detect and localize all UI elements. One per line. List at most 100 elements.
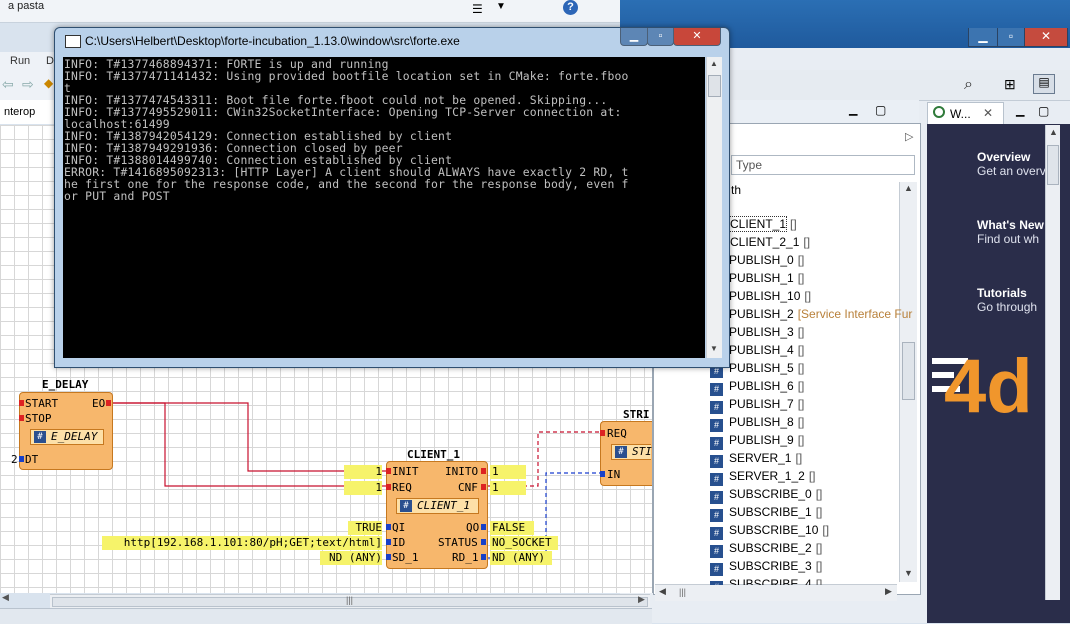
e-delay-dt[interactable]: DT xyxy=(25,453,38,466)
client-type: # CLIENT_1 xyxy=(396,498,479,514)
type-list-item[interactable]: # PUBLISH_8[] xyxy=(710,415,804,432)
scroll-down-arrow-icon[interactable]: ▼ xyxy=(710,344,718,353)
welcome-scroll-thumb[interactable] xyxy=(1047,145,1059,185)
open-perspective-icon[interactable]: ⊞ xyxy=(1004,76,1016,93)
type-list-item[interactable]: # SUBSCRIBE_3[] xyxy=(710,559,822,576)
client-init-value[interactable]: 1 xyxy=(344,465,382,479)
type-list-item[interactable]: # SUBSCRIBE_2[] xyxy=(710,541,822,558)
welcome-whatsnew-title[interactable]: What's New xyxy=(977,218,1044,232)
type-list-vertical-scrollbar[interactable]: ▲ ▼ xyxy=(899,182,917,582)
client-qi-value[interactable]: TRUE xyxy=(348,521,382,535)
client-cnf-value[interactable]: 1 xyxy=(490,481,526,495)
scroll-left-arrow-icon[interactable]: ◀ xyxy=(659,586,666,597)
type-list-item[interactable]: # SUBSCRIBE_4[] xyxy=(710,577,822,585)
client-inito-value[interactable]: 1 xyxy=(490,465,526,479)
e-delay-eo[interactable]: EO xyxy=(92,397,105,410)
search-icon[interactable]: ⌕ xyxy=(964,76,973,94)
fb-type-icon: # xyxy=(400,500,412,512)
scroll-up-arrow-icon[interactable]: ▲ xyxy=(1049,127,1058,137)
client-status-value[interactable]: NO_SOCKET xyxy=(490,536,558,550)
e-delay-start[interactable]: START xyxy=(25,397,58,410)
scroll-right-arrow-icon[interactable]: ▶ xyxy=(885,586,892,597)
eclipse-minimize-button[interactable]: ▁ xyxy=(968,28,998,47)
type-list-item[interactable]: #PUBLISH_2[Service Interface Fur xyxy=(710,307,912,324)
type-item-name: SUBSCRIBE_4 xyxy=(729,577,812,585)
scroll-right-arrow-icon[interactable]: ▶ xyxy=(638,594,645,605)
client-sd1-marker xyxy=(386,554,391,560)
type-item-extra: [] xyxy=(795,451,803,465)
welcome-overview-title[interactable]: Overview xyxy=(977,150,1030,164)
client-id[interactable]: ID xyxy=(392,536,405,549)
client-rd1-value[interactable]: ND (ANY) xyxy=(490,551,552,565)
e-delay-stop-marker xyxy=(19,415,24,421)
type-list-item[interactable]: # SUBSCRIBE_10[] xyxy=(710,523,829,540)
scroll-down-arrow-icon[interactable]: ▼ xyxy=(904,568,913,578)
client-qo-value[interactable]: FALSE xyxy=(490,521,534,535)
type-list-item[interactable]: # PUBLISH_9[] xyxy=(710,433,804,450)
eclipse-maximize-button[interactable]: ▫ xyxy=(997,28,1025,47)
type-list-item[interactable]: CLIENT_2_1[] xyxy=(730,235,810,249)
e-delay-stop[interactable]: STOP xyxy=(25,412,52,425)
fb-type-icon: # xyxy=(615,446,627,458)
client-req-value[interactable]: 1 xyxy=(344,481,382,495)
type-item-name: PUBLISH_3 xyxy=(729,325,794,339)
type-list-item[interactable]: # SERVER_1[] xyxy=(710,451,802,468)
client-sd1-value[interactable]: ND (ANY) xyxy=(320,551,382,565)
console-scrollbar[interactable]: ▲ ▼ xyxy=(706,57,722,358)
console-close-button[interactable]: ✕ xyxy=(673,28,721,46)
type-list-vscroll-thumb[interactable] xyxy=(902,342,915,400)
perspective-icon[interactable]: ▤ xyxy=(1033,74,1055,94)
type-item-extra: [] xyxy=(815,505,823,519)
console-maximize-button[interactable]: ▫ xyxy=(647,28,674,46)
scroll-up-arrow-icon[interactable]: ▲ xyxy=(904,183,913,193)
type-item-extra: [] xyxy=(790,217,797,231)
client-id-value[interactable]: http[192.168.1.101:80/pH;GET;text/html] xyxy=(102,536,382,550)
console-window[interactable]: C:\Users\Helbert\Desktop\forte-incubatio… xyxy=(54,27,730,368)
type-list-horizontal-scrollbar[interactable]: ◀ ||| ▶ xyxy=(655,584,897,601)
client-rd1[interactable]: RD_1 xyxy=(452,551,479,564)
scroll-up-arrow-icon[interactable]: ▲ xyxy=(710,59,718,68)
scroll-left-arrow-icon[interactable]: ◀ xyxy=(2,592,9,603)
wire-eo-to-init xyxy=(107,402,388,472)
eclipse-close-button[interactable]: ✕ xyxy=(1024,28,1068,47)
e-delay-type-label: E_DELAY xyxy=(51,430,98,443)
type-list-item[interactable]: # SERVER_1_2[] xyxy=(710,469,816,486)
type-list-item[interactable]: # PUBLISH_7[] xyxy=(710,397,804,414)
type-list-item[interactable]: CLIENT_1[] xyxy=(728,216,797,232)
client-status[interactable]: STATUS xyxy=(438,536,478,549)
welcome-maximize-icon[interactable]: ▢ xyxy=(1038,104,1049,118)
close-icon[interactable]: ✕ xyxy=(983,106,993,120)
client-cnf[interactable]: CNF xyxy=(458,481,478,494)
client-qi-marker xyxy=(386,524,391,530)
console-minimize-button[interactable]: ▁ xyxy=(620,28,648,46)
type-item-name: PUBLISH_6 xyxy=(729,379,794,393)
panel-expand-arrow-icon[interactable]: ▷ xyxy=(905,130,913,143)
welcome-minimize-icon[interactable]: ▁ xyxy=(1016,104,1024,117)
e-delay-eo-marker xyxy=(106,400,111,406)
welcome-tutorials-title[interactable]: Tutorials xyxy=(977,286,1027,300)
welcome-globe-icon xyxy=(933,106,945,118)
console-scroll-thumb[interactable] xyxy=(708,75,721,97)
client-inito[interactable]: INITO xyxy=(445,465,478,478)
fb-type-icon: # xyxy=(710,581,723,585)
console-output[interactable]: INFO: T#1377468894371: FORTE is up and r… xyxy=(63,57,705,358)
client-qo[interactable]: QO xyxy=(466,521,479,534)
canvas-horizontal-scrollbar[interactable]: ||| xyxy=(50,594,650,609)
maximize-panel-icon[interactable]: ▢ xyxy=(875,103,886,117)
client-req[interactable]: REQ xyxy=(392,481,412,494)
client-init[interactable]: INIT xyxy=(392,465,419,478)
welcome-tab[interactable]: W... ✕ xyxy=(927,102,1004,125)
type-filter-input[interactable]: Type xyxy=(731,155,915,175)
type-list-item[interactable]: # SUBSCRIBE_1[] xyxy=(710,505,822,522)
minimize-panel-icon[interactable]: ▁ xyxy=(849,103,857,116)
type-list-item[interactable]: # PUBLISH_6[] xyxy=(710,379,804,396)
stri-req[interactable]: REQ xyxy=(607,427,627,440)
type-item-name: SERVER_1_2 xyxy=(729,469,805,483)
fb-type-icon: # xyxy=(710,563,723,576)
e-delay-dt-marker xyxy=(19,456,24,462)
type-item-extra: [] xyxy=(815,487,823,501)
type-list-item[interactable]: # SUBSCRIBE_0[] xyxy=(710,487,822,504)
client-qi[interactable]: QI xyxy=(392,521,405,534)
stri-in[interactable]: IN xyxy=(607,468,620,481)
client-sd1[interactable]: SD_1 xyxy=(392,551,419,564)
